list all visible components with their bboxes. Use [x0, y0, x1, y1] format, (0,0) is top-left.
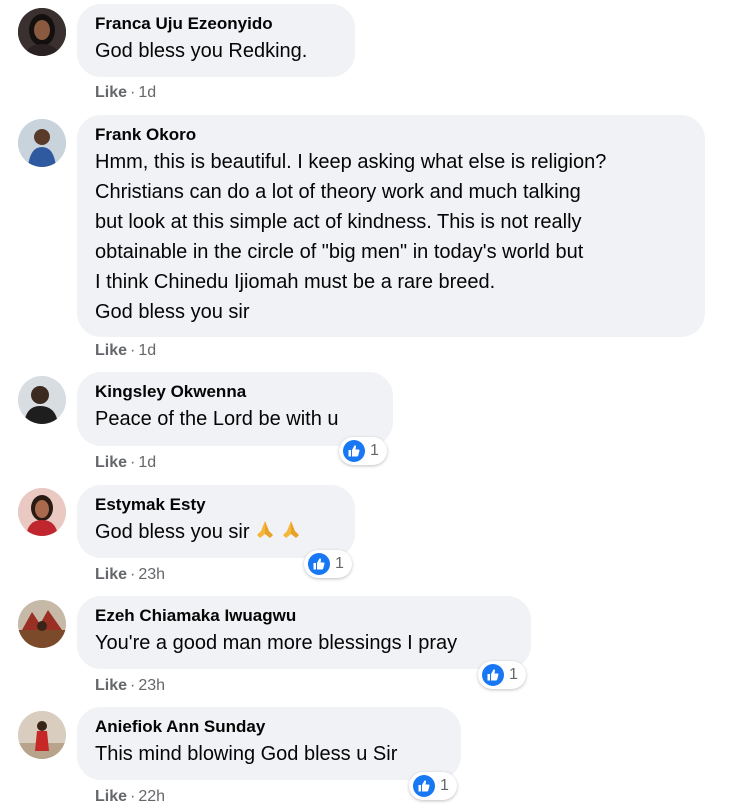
comment-time[interactable]: 1d: [138, 84, 156, 101]
comment-meta: Like · 1d: [95, 84, 156, 102]
like-link[interactable]: Like: [95, 788, 127, 805]
reaction-count-value: 1: [509, 666, 518, 683]
reaction-count[interactable]: 1: [409, 772, 457, 800]
comment-bubble: Kingsley Okwenna Peace of the Lord be wi…: [77, 372, 393, 446]
like-link[interactable]: Like: [95, 84, 127, 101]
comment-text-body: God bless you sir: [95, 521, 250, 543]
reaction-count[interactable]: 1: [478, 661, 526, 689]
reaction-count[interactable]: 1: [339, 437, 387, 465]
avatar[interactable]: [18, 8, 66, 56]
reaction-count[interactable]: 1: [304, 550, 352, 578]
comment-text: God bless you Redking.: [95, 40, 308, 62]
comment-bubble: Franca Uju Ezeonyido God bless you Redki…: [77, 4, 355, 77]
comment-author[interactable]: Aniefiok Ann Sunday: [95, 716, 445, 738]
comment-meta: Like · 1d: [95, 342, 156, 360]
avatar-woman-icon: [18, 8, 66, 56]
avatar-photo-icon: [18, 600, 66, 648]
reaction-count-value: 1: [335, 555, 344, 572]
folded-hands-emoji: [280, 519, 302, 550]
reaction-count-value: 1: [370, 442, 379, 459]
separator: ·: [130, 566, 136, 583]
like-reaction-icon: [413, 775, 435, 797]
avatar-man-icon: [18, 119, 66, 167]
comment-bubble: Frank Okoro Hmm, this is beautiful. I ke…: [77, 115, 705, 337]
comment-text: Peace of the Lord be with u: [95, 408, 339, 430]
folded-hands-emoji: [254, 519, 276, 550]
comment-author[interactable]: Estymak Esty: [95, 494, 339, 516]
like-reaction-icon: [482, 664, 504, 686]
comment-time[interactable]: 22h: [138, 788, 165, 805]
comment-text: God bless you sir: [95, 517, 339, 550]
comment-author[interactable]: Frank Okoro: [95, 124, 689, 146]
like-link[interactable]: Like: [95, 566, 127, 583]
avatar[interactable]: [18, 376, 66, 424]
comment-time[interactable]: 1d: [138, 454, 156, 471]
avatar[interactable]: [18, 711, 66, 759]
comment-bubble: Aniefiok Ann Sunday This mind blowing Go…: [77, 707, 461, 780]
separator: ·: [130, 788, 136, 805]
avatar[interactable]: [18, 600, 66, 648]
separator: ·: [130, 454, 136, 471]
avatar-woman-icon: [18, 488, 66, 536]
separator: ·: [130, 342, 136, 359]
avatar-man-icon: [18, 376, 66, 424]
comment-meta: Like · 22h: [95, 788, 165, 806]
like-reaction-icon: [343, 440, 365, 462]
comment-text: Hmm, this is beautiful. I keep asking wh…: [95, 151, 607, 323]
reaction-count-value: 1: [440, 777, 449, 794]
like-reaction-icon: [308, 553, 330, 575]
separator: ·: [130, 84, 136, 101]
avatar[interactable]: [18, 119, 66, 167]
comment-time[interactable]: 23h: [138, 677, 165, 694]
separator: ·: [130, 677, 136, 694]
comment-meta: Like · 23h: [95, 566, 165, 584]
comment-time[interactable]: 23h: [138, 566, 165, 583]
comment-time[interactable]: 1d: [138, 342, 156, 359]
comment-author[interactable]: Ezeh Chiamaka Iwuagwu: [95, 605, 515, 627]
avatar-person-icon: [18, 711, 66, 759]
avatar[interactable]: [18, 488, 66, 536]
comment-author[interactable]: Kingsley Okwenna: [95, 381, 377, 403]
comment-bubble: Ezeh Chiamaka Iwuagwu You're a good man …: [77, 596, 531, 669]
comment-meta: Like · 1d: [95, 454, 156, 472]
comment-text: This mind blowing God bless u Sir: [95, 743, 398, 765]
comment-bubble: Estymak Esty God bless you sir: [77, 485, 355, 558]
comment-text: You're a good man more blessings I pray: [95, 632, 458, 654]
comment-meta: Like · 23h: [95, 677, 165, 695]
like-link[interactable]: Like: [95, 677, 127, 694]
comment-author[interactable]: Franca Uju Ezeonyido: [95, 13, 339, 35]
like-link[interactable]: Like: [95, 454, 127, 471]
like-link[interactable]: Like: [95, 342, 127, 359]
